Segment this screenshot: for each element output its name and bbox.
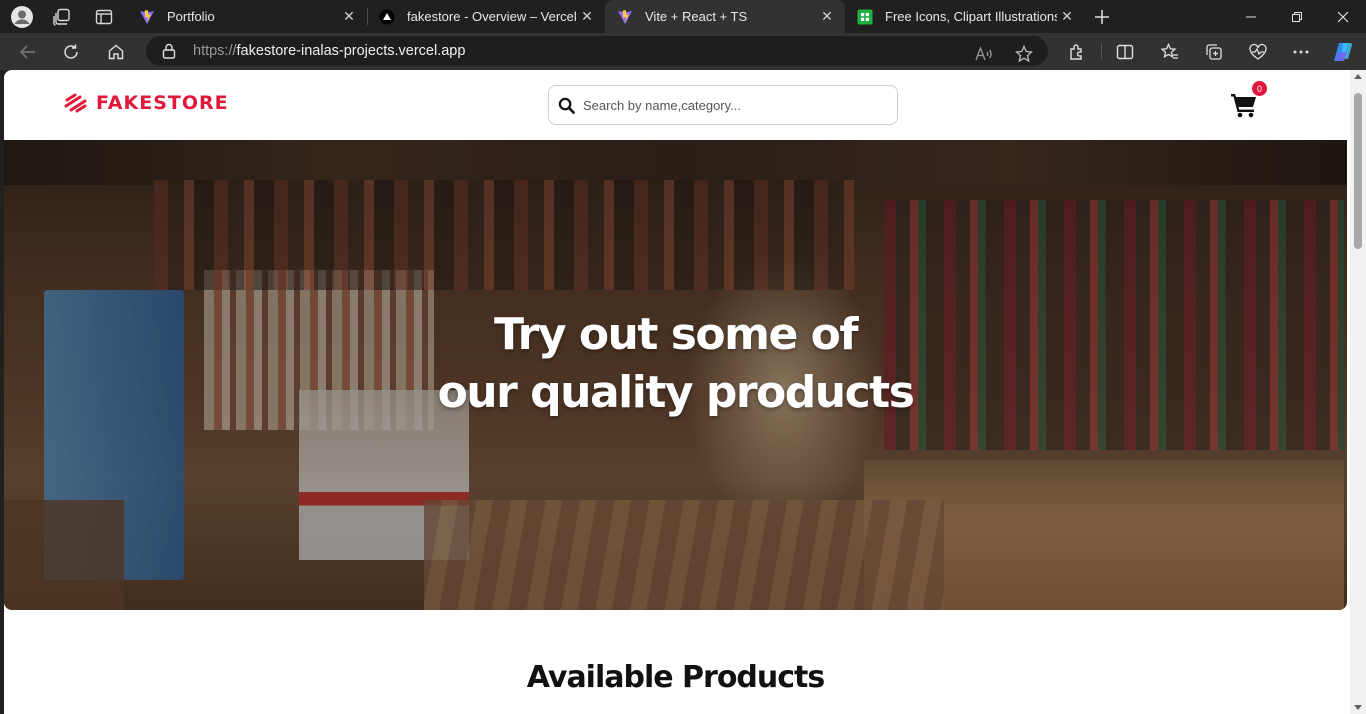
browser-toolbar: https://fakestore-inalas-projects.vercel… xyxy=(0,33,1366,70)
split-screen-icon[interactable] xyxy=(1111,38,1139,66)
url-scheme: https:// xyxy=(193,43,237,59)
scroll-down-arrow-icon[interactable] xyxy=(1354,705,1362,710)
read-aloud-icon[interactable] xyxy=(972,42,996,66)
shopping-cart-icon xyxy=(1231,94,1256,118)
hero-line-2: our quality products xyxy=(437,367,915,418)
workspaces-icon[interactable] xyxy=(49,4,75,30)
fakestore-logo[interactable]: FAKESTORE xyxy=(63,92,229,114)
restore-icon[interactable] xyxy=(1274,0,1320,33)
available-products-heading: Available Products xyxy=(526,660,826,695)
new-tab-icon[interactable] xyxy=(1089,4,1115,30)
scrollbar-thumb[interactable] xyxy=(1354,93,1362,249)
close-window-icon[interactable] xyxy=(1320,0,1366,33)
hero-line-1: Try out some of xyxy=(493,309,859,360)
scroll-up-arrow-icon[interactable] xyxy=(1354,74,1362,79)
home-icon[interactable] xyxy=(102,38,130,66)
copilot-icon[interactable] xyxy=(1329,38,1357,66)
search-box[interactable] xyxy=(548,85,898,125)
back-icon[interactable] xyxy=(14,38,42,66)
tab-vercel-overview[interactable]: fakestore - Overview – Vercel ✕ xyxy=(367,0,605,33)
cart-button[interactable]: 0 xyxy=(1230,81,1267,120)
extensions-icon[interactable] xyxy=(1063,38,1091,66)
refresh-icon[interactable] xyxy=(57,38,85,66)
close-icon[interactable]: ✕ xyxy=(1057,7,1077,27)
tab-free-icons[interactable]: Free Icons, Clipart Illustrations, Ph ✕ xyxy=(845,0,1085,33)
close-icon[interactable]: ✕ xyxy=(577,7,597,27)
tab-title: Portfolio xyxy=(167,9,215,24)
tab-title: Free Icons, Clipart Illustrations, Ph xyxy=(885,9,1057,24)
page-scrollbar[interactable] xyxy=(1350,70,1366,714)
hero-headline: Try out some of our quality products xyxy=(4,306,1347,422)
url-host: fakestore-inalas-projects.vercel.app xyxy=(236,43,466,59)
tab-actions-icon[interactable] xyxy=(91,4,117,30)
profile-icon[interactable] xyxy=(9,4,35,30)
search-input[interactable] xyxy=(583,97,883,113)
vite-icon xyxy=(617,9,633,25)
tab-title: Vite + React + TS xyxy=(645,9,748,24)
tab-title: fakestore - Overview – Vercel xyxy=(407,9,577,24)
collections-icon[interactable] xyxy=(1200,38,1228,66)
lock-icon[interactable] xyxy=(162,43,178,59)
logo-mark-icon xyxy=(64,93,87,113)
url-text: https://fakestore-inalas-projects.vercel… xyxy=(193,43,465,59)
favorite-star-icon[interactable] xyxy=(1012,42,1036,66)
page-viewport: FAKESTORE 0 Tr xyxy=(4,70,1366,714)
icons8-icon xyxy=(857,9,873,25)
site-header: FAKESTORE 0 xyxy=(4,70,1350,140)
hero-banner: Try out some of our quality products xyxy=(4,140,1347,610)
close-icon[interactable]: ✕ xyxy=(339,7,359,27)
browser-essentials-icon[interactable] xyxy=(1244,38,1272,66)
toolbar-separator xyxy=(1101,43,1102,60)
cart-count-badge: 0 xyxy=(1252,81,1267,96)
search-icon xyxy=(558,97,575,114)
close-icon[interactable]: ✕ xyxy=(817,7,837,27)
minimize-icon[interactable] xyxy=(1228,0,1274,33)
settings-more-icon[interactable] xyxy=(1287,38,1315,66)
logo-text: FAKESTORE xyxy=(96,92,229,114)
vercel-icon xyxy=(379,9,395,25)
browser-tab-bar: Portfolio ✕ fakestore - Overview – Verce… xyxy=(0,0,1366,33)
tab-vite-react[interactable]: Vite + React + TS ✕ xyxy=(605,0,845,33)
favorites-icon[interactable] xyxy=(1156,38,1184,66)
tab-portfolio[interactable]: Portfolio ✕ xyxy=(127,0,367,33)
vite-icon xyxy=(139,9,155,25)
address-bar[interactable]: https://fakestore-inalas-projects.vercel… xyxy=(146,36,1048,66)
